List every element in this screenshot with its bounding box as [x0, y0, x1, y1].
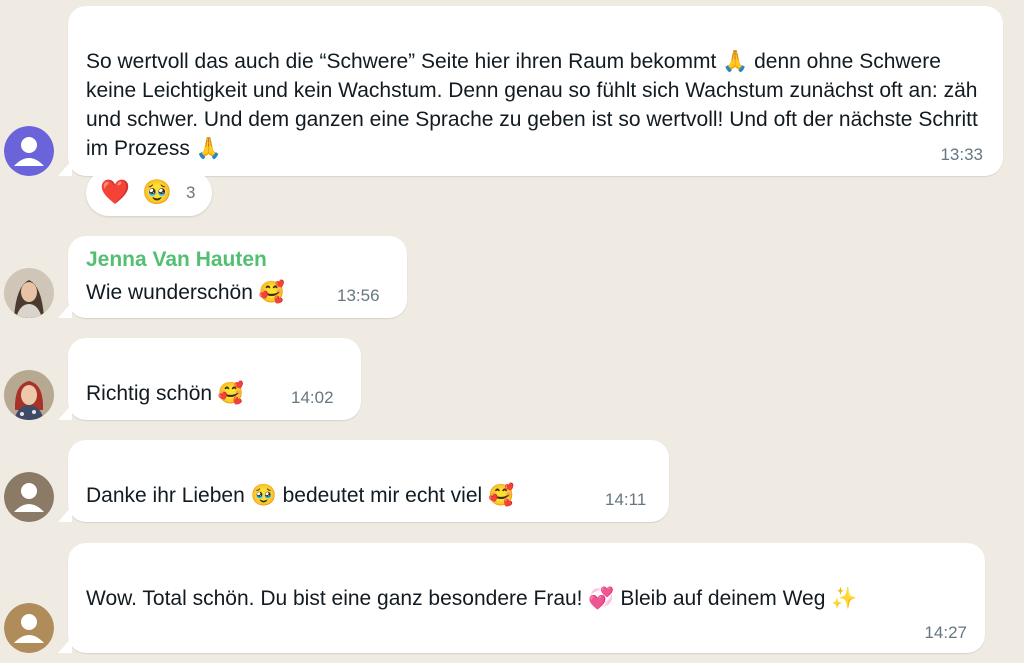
message-text: Wow. Total schön. Du bist eine ganz beso… — [86, 587, 858, 610]
message-timestamp: 14:02 — [291, 388, 334, 407]
photo-avatar-icon — [4, 370, 54, 420]
user-silhouette-icon — [4, 603, 54, 653]
avatar[interactable] — [4, 268, 54, 318]
reactions-pill[interactable]: ❤️ 🥹 3 — [86, 170, 212, 216]
message-bubble[interactable]: Wow. Total schön. Du bist eine ganz beso… — [58, 543, 985, 653]
message-bubble[interactable]: Richtig schön 🥰 14:02 — [58, 338, 361, 420]
pleading-face-reaction: 🥹 — [142, 179, 172, 206]
message-timestamp: 13:33 — [940, 145, 983, 164]
user-silhouette-icon — [4, 472, 54, 522]
avatar[interactable] — [4, 603, 54, 653]
message-text: So wertvoll das auch die “Schwere” Seite… — [86, 50, 978, 160]
reaction-count: 3 — [186, 183, 196, 202]
message-timestamp: 14:27 — [924, 623, 967, 642]
user-silhouette-icon — [4, 126, 54, 176]
message-bubble[interactable]: Danke ihr Lieben 🥹 bedeutet mir echt vie… — [58, 440, 669, 522]
avatar[interactable] — [4, 370, 54, 420]
message-timestamp: 13:56 — [337, 286, 380, 305]
message-text: Danke ihr Lieben 🥹 bedeutet mir echt vie… — [86, 484, 515, 507]
message-text: Wie wunderschön 🥰 — [86, 281, 285, 304]
message-bubble[interactable]: Jenna Van Hauten Wie wunderschön 🥰 13:56 — [58, 236, 407, 318]
avatar[interactable] — [4, 126, 54, 176]
message-bubble[interactable]: So wertvoll das auch die “Schwere” Seite… — [58, 6, 1003, 176]
heart-reaction: ❤️ — [100, 179, 130, 206]
sender-name[interactable]: Jenna Van Hauten — [86, 248, 267, 272]
avatar[interactable] — [4, 472, 54, 522]
message-timestamp: 14:11 — [605, 490, 647, 509]
message-text: Richtig schön 🥰 — [86, 382, 245, 405]
photo-avatar-icon — [4, 268, 54, 318]
